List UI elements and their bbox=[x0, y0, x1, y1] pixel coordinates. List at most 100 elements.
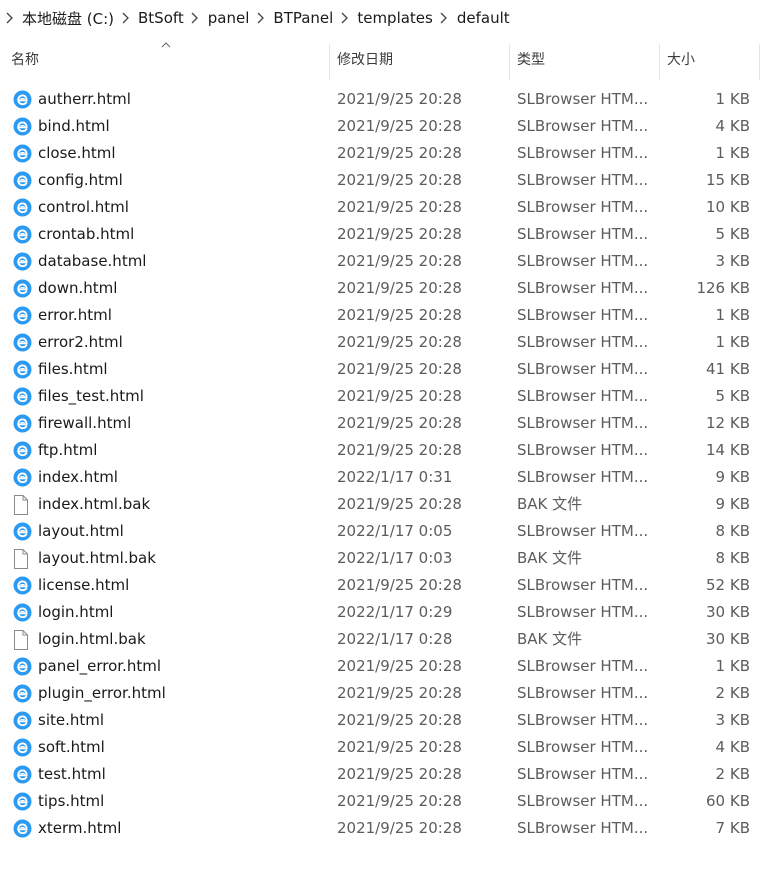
file-type: SLBrowser HTM... bbox=[517, 792, 649, 810]
file-row[interactable]: site.html 2021/9/25 20:28 SLBrowser HTM...… bbox=[0, 707, 779, 734]
breadcrumb-segment[interactable]: default bbox=[435, 9, 512, 27]
breadcrumb-segment[interactable]: templates bbox=[335, 9, 435, 27]
file-modified-date: 2021/9/25 20:28 bbox=[337, 738, 462, 756]
file-size: 30 KB bbox=[706, 603, 750, 621]
slbrowser-html-icon bbox=[13, 464, 33, 491]
column-header-size[interactable]: 大小 bbox=[667, 38, 757, 80]
breadcrumb-segment[interactable]: 本地磁盘 (C:) bbox=[0, 8, 116, 29]
file-modified-date: 2021/9/25 20:28 bbox=[337, 90, 462, 108]
file-size: 9 KB bbox=[715, 468, 750, 486]
file-row[interactable]: config.html 2021/9/25 20:28 SLBrowser HTM.… bbox=[0, 167, 779, 194]
chevron-right-icon[interactable] bbox=[340, 11, 348, 25]
file-type: SLBrowser HTM... bbox=[517, 414, 649, 432]
file-row[interactable]: crontab.html 2021/9/25 20:28 SLBrowser HTM… bbox=[0, 221, 779, 248]
file-row[interactable]: files.html 2021/9/25 20:28 SLBrowser HTM..… bbox=[0, 356, 779, 383]
file-row[interactable]: login.html.bak 2022/1/17 0:28 BAK 文件 30 KB bbox=[0, 626, 779, 653]
file-size: 4 KB bbox=[715, 117, 750, 135]
column-header-name[interactable]: 名称 bbox=[11, 38, 327, 80]
file-type: SLBrowser HTM... bbox=[517, 333, 649, 351]
file-name: files.html bbox=[38, 360, 108, 378]
slbrowser-html-icon bbox=[13, 194, 33, 221]
file-row[interactable]: xterm.html 2021/9/25 20:28 SLBrowser HTM..… bbox=[0, 815, 779, 842]
file-row[interactable]: files_test.html 2021/9/25 20:28 SLBrowser … bbox=[0, 383, 779, 410]
chevron-right-icon[interactable] bbox=[121, 11, 129, 25]
file-row[interactable]: firewall.html 2021/9/25 20:28 SLBrowser HT… bbox=[0, 410, 779, 437]
file-size: 8 KB bbox=[715, 522, 750, 540]
file-row[interactable]: login.html 2022/1/17 0:29 SLBrowser HTM...… bbox=[0, 599, 779, 626]
file-row[interactable]: error.html 2021/9/25 20:28 SLBrowser HTM..… bbox=[0, 302, 779, 329]
file-name: close.html bbox=[38, 144, 116, 162]
file-row[interactable]: error2.html 2021/9/25 20:28 SLBrowser HTM.… bbox=[0, 329, 779, 356]
breadcrumb-item-templates[interactable]: templates bbox=[355, 9, 435, 27]
file-row[interactable]: test.html 2021/9/25 20:28 SLBrowser HTM...… bbox=[0, 761, 779, 788]
file-type: SLBrowser HTM... bbox=[517, 441, 649, 459]
chevron-right-icon[interactable] bbox=[440, 11, 448, 25]
chevron-right-icon[interactable] bbox=[191, 11, 199, 25]
file-row[interactable]: layout.html 2022/1/17 0:05 SLBrowser HTM..… bbox=[0, 518, 779, 545]
file-name: site.html bbox=[38, 711, 105, 729]
file-row[interactable]: control.html 2021/9/25 20:28 SLBrowser HTM… bbox=[0, 194, 779, 221]
slbrowser-html-icon bbox=[13, 383, 33, 410]
chevron-right-icon[interactable] bbox=[256, 11, 264, 25]
file-modified-date: 2021/9/25 20:28 bbox=[337, 252, 462, 270]
file-modified-date: 2021/9/25 20:28 bbox=[337, 414, 462, 432]
file-row[interactable]: ftp.html 2021/9/25 20:28 SLBrowser HTM... 1… bbox=[0, 437, 779, 464]
breadcrumb-item-btpanel[interactable]: BTPanel bbox=[271, 9, 335, 27]
file-row[interactable]: database.html 2021/9/25 20:28 SLBrowser HT… bbox=[0, 248, 779, 275]
file-size: 41 KB bbox=[706, 360, 750, 378]
column-divider[interactable] bbox=[659, 44, 660, 80]
file-row[interactable]: index.html 2022/1/17 0:31 SLBrowser HTM...… bbox=[0, 464, 779, 491]
breadcrumb: 本地磁盘 (C:) BtSoft panel BTPanel templates… bbox=[0, 0, 779, 36]
file-size: 9 KB bbox=[715, 495, 750, 513]
file-size: 10 KB bbox=[706, 198, 750, 216]
file-type: SLBrowser HTM... bbox=[517, 819, 649, 837]
file-row[interactable]: bind.html 2021/9/25 20:28 SLBrowser HTM...… bbox=[0, 113, 779, 140]
column-header-date[interactable]: 修改日期 bbox=[337, 38, 505, 80]
file-size: 1 KB bbox=[715, 657, 750, 675]
file-name: crontab.html bbox=[38, 225, 135, 243]
breadcrumb-segment[interactable]: BtSoft bbox=[116, 9, 186, 27]
file-type: SLBrowser HTM... bbox=[517, 306, 649, 324]
file-name: login.html.bak bbox=[38, 630, 146, 648]
file-modified-date: 2022/1/17 0:05 bbox=[337, 522, 453, 540]
file-row[interactable]: soft.html 2021/9/25 20:28 SLBrowser HTM...… bbox=[0, 734, 779, 761]
file-row[interactable]: plugin_error.html 2021/9/25 20:28 SLBrowse… bbox=[0, 680, 779, 707]
file-row[interactable]: close.html 2021/9/25 20:28 SLBrowser HTM..… bbox=[0, 140, 779, 167]
breadcrumb-segment[interactable]: panel bbox=[186, 9, 252, 27]
breadcrumb-segment[interactable]: BTPanel bbox=[251, 9, 335, 27]
column-divider[interactable] bbox=[759, 44, 760, 80]
file-type: SLBrowser HTM... bbox=[517, 522, 649, 540]
file-modified-date: 2021/9/25 20:28 bbox=[337, 360, 462, 378]
slbrowser-html-icon bbox=[13, 707, 33, 734]
column-divider[interactable] bbox=[509, 44, 510, 80]
file-type: SLBrowser HTM... bbox=[517, 117, 649, 135]
file-name: ftp.html bbox=[38, 441, 98, 459]
file-row[interactable]: autherr.html 2021/9/25 20:28 SLBrowser HTM… bbox=[0, 86, 779, 113]
file-list: autherr.html 2021/9/25 20:28 SLBrowser HTM… bbox=[0, 86, 779, 842]
file-size: 15 KB bbox=[706, 171, 750, 189]
column-divider[interactable] bbox=[329, 44, 330, 80]
chevron-right-icon[interactable] bbox=[5, 11, 13, 25]
file-row[interactable]: license.html 2021/9/25 20:28 SLBrowser HTM… bbox=[0, 572, 779, 599]
slbrowser-html-icon bbox=[13, 572, 33, 599]
breadcrumb-item-btsoft[interactable]: BtSoft bbox=[136, 9, 186, 27]
file-row[interactable]: tips.html 2021/9/25 20:28 SLBrowser HTM...… bbox=[0, 788, 779, 815]
breadcrumb-item-drive[interactable]: 本地磁盘 (C:) bbox=[20, 8, 116, 29]
slbrowser-html-icon bbox=[13, 653, 33, 680]
file-size: 1 KB bbox=[715, 306, 750, 324]
slbrowser-html-icon bbox=[13, 518, 33, 545]
file-row[interactable]: panel_error.html 2021/9/25 20:28 SLBrowser… bbox=[0, 653, 779, 680]
file-row[interactable]: down.html 2021/9/25 20:28 SLBrowser HTM...… bbox=[0, 275, 779, 302]
file-row[interactable]: index.html.bak 2021/9/25 20:28 BAK 文件 9 KB bbox=[0, 491, 779, 518]
breadcrumb-item-panel[interactable]: panel bbox=[206, 9, 252, 27]
column-header-type[interactable]: 类型 bbox=[517, 38, 653, 80]
breadcrumb-item-default[interactable]: default bbox=[455, 9, 512, 27]
file-type: SLBrowser HTM... bbox=[517, 684, 649, 702]
file-type: SLBrowser HTM... bbox=[517, 738, 649, 756]
file-size: 1 KB bbox=[715, 144, 750, 162]
file-row[interactable]: layout.html.bak 2022/1/17 0:03 BAK 文件 8 KB bbox=[0, 545, 779, 572]
file-name: firewall.html bbox=[38, 414, 132, 432]
file-modified-date: 2021/9/25 20:28 bbox=[337, 171, 462, 189]
file-name: down.html bbox=[38, 279, 118, 297]
slbrowser-html-icon bbox=[13, 221, 33, 248]
